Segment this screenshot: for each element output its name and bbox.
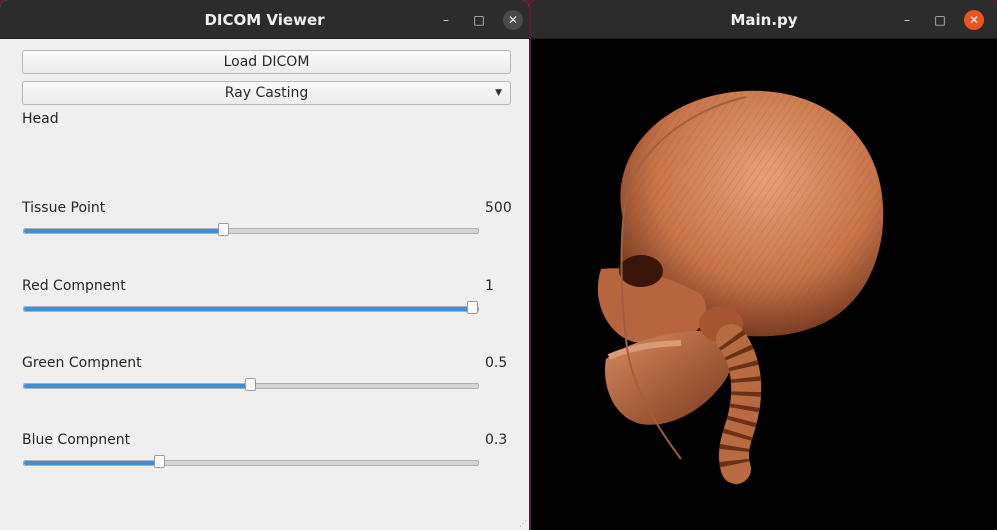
- slider-handle[interactable]: [218, 223, 229, 236]
- slider-handle[interactable]: [467, 301, 478, 314]
- tissue-point-value: 500: [485, 200, 512, 216]
- red-component-label: Red Compnent: [22, 278, 126, 294]
- load-dicom-button[interactable]: Load DICOM: [22, 50, 511, 74]
- maximize-icon[interactable]: □: [469, 10, 489, 30]
- close-icon[interactable]: ✕: [503, 10, 523, 30]
- close-icon[interactable]: ✕: [964, 10, 984, 30]
- chevron-down-icon: ▼: [495, 88, 502, 98]
- minimize-icon[interactable]: –: [436, 10, 456, 30]
- render-mode-value: Ray Casting: [224, 85, 309, 101]
- tissue-point-slider[interactable]: [23, 223, 479, 236]
- green-component-slider[interactable]: [23, 378, 479, 391]
- minimize-icon[interactable]: –: [897, 10, 917, 30]
- red-component-value: 1: [485, 278, 494, 294]
- blue-component-slider[interactable]: [23, 455, 479, 468]
- slider-fill: [24, 384, 251, 388]
- main-py-window: Main.py – □ ✕: [531, 0, 997, 530]
- slider-handle[interactable]: [154, 455, 165, 468]
- blue-component-value: 0.3: [485, 432, 508, 448]
- blue-component-label: Blue Compnent: [22, 432, 131, 448]
- render-viewport[interactable]: [531, 39, 997, 530]
- resize-grip-icon[interactable]: ⋰: [519, 519, 527, 528]
- title-bar[interactable]: Main.py – □ ✕: [531, 0, 997, 39]
- green-component-label: Green Compnent: [22, 355, 142, 371]
- slider-fill: [24, 307, 478, 311]
- dicom-viewer-window: DICOM Viewer – □ ✕ Load DICOM Ray Castin…: [0, 0, 529, 530]
- tissue-point-label: Tissue Point: [22, 200, 106, 216]
- slider-handle[interactable]: [245, 378, 256, 391]
- dataset-label: Head: [22, 111, 59, 127]
- window-title: Main.py: [730, 11, 798, 29]
- slider-fill: [24, 229, 224, 233]
- title-bar[interactable]: DICOM Viewer – □ ✕: [0, 0, 529, 39]
- red-component-slider[interactable]: [23, 301, 479, 314]
- slider-fill: [24, 461, 160, 465]
- green-component-value: 0.5: [485, 355, 508, 371]
- maximize-icon[interactable]: □: [930, 10, 950, 30]
- render-mode-select[interactable]: Ray Casting ▼: [22, 81, 511, 105]
